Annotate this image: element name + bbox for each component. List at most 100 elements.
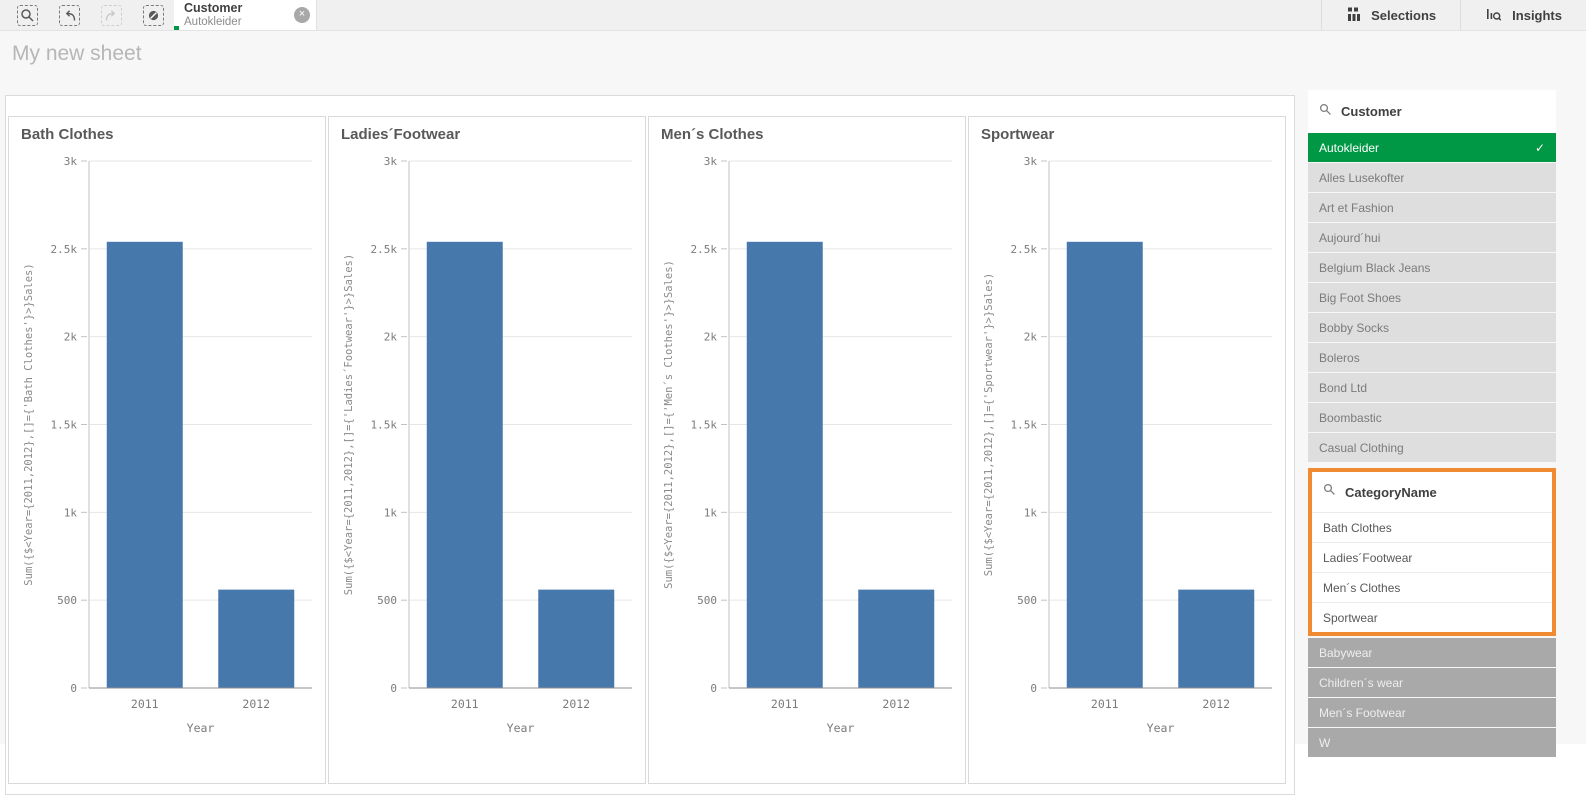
bar-chart-svg[interactable]: 0 500 1k 1.5k 2k 2.5k 3k 2011 2012 Year — [969, 117, 1287, 785]
selection-chip-customer[interactable]: Customer Autokleider × — [174, 0, 317, 30]
customer-value-art-et-fashion[interactable]: Art et Fashion — [1308, 193, 1556, 222]
svg-text:2.5k: 2.5k — [51, 243, 78, 256]
selected-check-icon: ✓ — [1534, 140, 1545, 155]
selections-button[interactable]: Selections — [1321, 0, 1460, 30]
svg-text:2k: 2k — [704, 331, 718, 344]
value-label: Casual Clothing — [1319, 440, 1404, 455]
filter-pane-category: CategoryName Bath Clothes Ladies´Footwear… — [1308, 468, 1556, 636]
undo-icon — [58, 4, 80, 26]
step-forward-button[interactable] — [90, 0, 132, 31]
svg-text:500: 500 — [697, 594, 717, 607]
customer-filter-header[interactable]: Customer — [1308, 90, 1556, 133]
category-value-men-s-clothes[interactable]: Men´s Clothes — [1312, 572, 1552, 602]
svg-text:3k: 3k — [384, 155, 398, 168]
svg-text:3k: 3k — [64, 155, 78, 168]
customer-value-bond-ltd[interactable]: Bond Ltd — [1308, 373, 1556, 402]
bar-chart-svg[interactable]: 0 500 1k 1.5k 2k 2.5k 3k 2011 2012 Year — [649, 117, 967, 785]
selection-green-indicator — [174, 26, 179, 30]
bar-chart-svg[interactable]: 0 500 1k 1.5k 2k 2.5k 3k 2011 2012 Year — [9, 117, 327, 785]
customer-value-boombastic[interactable]: Boombastic — [1308, 403, 1556, 432]
value-label: Babywear — [1319, 645, 1373, 660]
category-excluded-list: Babywear Children´s wear Men´s Footwear W — [1308, 638, 1556, 757]
svg-text:1.5k: 1.5k — [371, 419, 398, 432]
customer-value-autokleider[interactable]: Autokleider ✓ — [1308, 133, 1556, 162]
app-toolbar: Customer Autokleider × Selections Insigh… — [0, 0, 1586, 31]
category-filter-header[interactable]: CategoryName — [1312, 472, 1552, 512]
insights-label: Insights — [1512, 7, 1562, 23]
svg-text:Year: Year — [827, 721, 855, 735]
chart-card-sportwear[interactable]: Sportwear Sum({$<Year={2011,2012},[]={'S… — [968, 116, 1286, 784]
value-label: Aujourd´hui — [1319, 230, 1381, 245]
filter-pane-customer: Customer Autokleider ✓ Alles Lusekofter Art… — [1308, 90, 1556, 462]
value-label: Art et Fashion — [1319, 200, 1394, 215]
value-label: Bath Clothes — [1323, 520, 1392, 535]
value-label: W — [1319, 735, 1331, 750]
clear-selections-button[interactable] — [132, 0, 174, 31]
bar-chart-svg[interactable]: 0 500 1k 1.5k 2k 2.5k 3k 2011 2012 Year — [329, 117, 647, 785]
smart-search-button[interactable] — [6, 0, 48, 31]
sheet-area: My new sheet Bath Clothes Sum({$<Year={2… — [0, 31, 1586, 795]
svg-text:2012: 2012 — [1202, 697, 1230, 711]
search-icon — [16, 4, 38, 26]
category-value-bath-clothes[interactable]: Bath Clothes — [1312, 512, 1552, 542]
customer-filter-title: Customer — [1341, 104, 1402, 119]
search-icon — [1319, 103, 1332, 121]
value-label: Autokleider — [1319, 140, 1380, 155]
value-label: Bond Ltd — [1319, 380, 1368, 395]
value-label: Big Foot Shoes — [1319, 290, 1402, 305]
svg-text:1.5k: 1.5k — [1011, 419, 1038, 432]
svg-text:2012: 2012 — [882, 697, 910, 711]
svg-text:1.5k: 1.5k — [691, 419, 718, 432]
chart-card-mens-clothes[interactable]: Men´s Clothes Sum({$<Year={2011,2012},[]… — [648, 116, 966, 784]
remove-selection-icon[interactable]: × — [294, 7, 310, 23]
svg-text:2011: 2011 — [451, 697, 479, 711]
svg-text:1k: 1k — [384, 506, 398, 519]
category-value-sportwear[interactable]: Sportwear — [1312, 602, 1552, 632]
svg-text:2012: 2012 — [562, 697, 590, 711]
category-filter-title: CategoryName — [1345, 484, 1437, 500]
customer-value-aujourd-hui[interactable]: Aujourd´hui — [1308, 223, 1556, 252]
category-value-children-s-wear[interactable]: Children´s wear — [1308, 668, 1556, 697]
clear-selections-icon — [142, 4, 164, 26]
category-value-ladies-footwear[interactable]: Ladies´Footwear — [1312, 542, 1552, 572]
svg-text:Year: Year — [507, 721, 535, 735]
customer-value-casual-clothing[interactable]: Casual Clothing — [1308, 433, 1556, 462]
customer-value-alles-lusekofter[interactable]: Alles Lusekofter — [1308, 163, 1556, 192]
chart-card-bath-clothes[interactable]: Bath Clothes Sum({$<Year={2011,2012},[]=… — [8, 116, 326, 784]
customer-value-list: Autokleider ✓ Alles Lusekofter Art et Fashi… — [1308, 133, 1556, 462]
value-label: Bobby Socks — [1319, 320, 1390, 335]
value-label: Sportwear — [1323, 610, 1378, 625]
customer-value-boleros[interactable]: Boleros — [1308, 343, 1556, 372]
insight-advisor-icon — [1485, 6, 1503, 25]
value-label: Men´s Clothes — [1323, 580, 1401, 595]
category-value-men-s-footwear[interactable]: Men´s Footwear — [1308, 698, 1556, 727]
sheet-title: My new sheet — [12, 42, 142, 65]
customer-value-belgium-black-jeans[interactable]: Belgium Black Jeans — [1308, 253, 1556, 282]
insights-button[interactable]: Insights — [1460, 0, 1586, 30]
selection-chip-text: Customer Autokleider — [184, 1, 294, 29]
svg-text:Year: Year — [187, 721, 215, 735]
value-label: Belgium Black Jeans — [1319, 260, 1431, 275]
category-value-babywear[interactable]: Babywear — [1308, 638, 1556, 667]
step-back-button[interactable] — [48, 0, 90, 31]
category-value-list: Bath Clothes Ladies´Footwear Men´s Clothes… — [1312, 512, 1552, 632]
svg-text:2.5k: 2.5k — [371, 243, 398, 256]
selection-field-name: Customer — [184, 1, 243, 16]
chart-card-ladies-footwear[interactable]: Ladies´Footwear Sum({$<Year={2011,2012},… — [328, 116, 646, 784]
toolbar-right: Selections Insights — [1321, 0, 1586, 30]
selections-tool-icon — [1346, 6, 1362, 25]
svg-text:0: 0 — [390, 682, 397, 695]
redo-icon — [100, 4, 122, 26]
selections-label: Selections — [1371, 7, 1437, 23]
customer-value-big-foot-shoes[interactable]: Big Foot Shoes — [1308, 283, 1556, 312]
value-label: Boombastic — [1319, 410, 1382, 425]
svg-text:1.5k: 1.5k — [51, 419, 78, 432]
svg-text:500: 500 — [1017, 594, 1037, 607]
svg-text:1k: 1k — [704, 506, 718, 519]
value-label: Children´s wear — [1319, 675, 1404, 690]
customer-value-bobby-socks[interactable]: Bobby Socks — [1308, 313, 1556, 342]
category-value-w[interactable]: W — [1308, 728, 1556, 757]
svg-text:500: 500 — [57, 594, 77, 607]
filter-sidebar: Customer Autokleider ✓ Alles Lusekofter Art… — [1308, 90, 1556, 758]
svg-text:3k: 3k — [1024, 155, 1038, 168]
